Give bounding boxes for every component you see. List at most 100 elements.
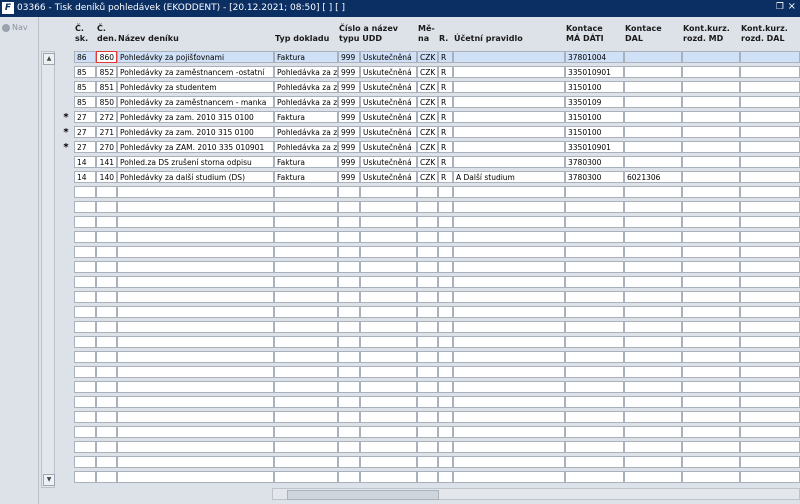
- cell-kdal[interactable]: [740, 141, 800, 153]
- cell-typ[interactable]: [274, 396, 338, 408]
- cell-kmd[interactable]: [682, 231, 740, 243]
- cell-pravidlo[interactable]: [453, 126, 565, 138]
- cell-sk[interactable]: [74, 381, 96, 393]
- cell-pravidlo[interactable]: [453, 441, 565, 453]
- cell-cislo[interactable]: [338, 441, 360, 453]
- cell-nazev[interactable]: [117, 366, 274, 378]
- cell-kdal[interactable]: [740, 231, 800, 243]
- cell-sk[interactable]: 85: [74, 96, 96, 108]
- cell-den[interactable]: [96, 381, 117, 393]
- cell-md[interactable]: [565, 306, 624, 318]
- cell-den[interactable]: [96, 291, 117, 303]
- cell-pravidlo[interactable]: [453, 471, 565, 483]
- cell-udd[interactable]: [360, 471, 417, 483]
- cell-typ[interactable]: [274, 336, 338, 348]
- cell-sk[interactable]: 86: [74, 51, 96, 63]
- cell-dal[interactable]: [624, 156, 682, 168]
- cell-md[interactable]: 3150100: [565, 81, 624, 93]
- cell-kmd[interactable]: [682, 186, 740, 198]
- cell-dal[interactable]: [624, 426, 682, 438]
- cell-den[interactable]: [96, 351, 117, 363]
- cell-sk[interactable]: 27: [74, 141, 96, 153]
- cell-typ[interactable]: [274, 351, 338, 363]
- cell-den[interactable]: [96, 366, 117, 378]
- cell-udd[interactable]: [360, 306, 417, 318]
- cell-sk[interactable]: [74, 426, 96, 438]
- cell-r[interactable]: [438, 231, 453, 243]
- cell-r[interactable]: R: [438, 51, 453, 63]
- cell-udd[interactable]: Uskutečněná: [360, 81, 417, 93]
- cell-kdal[interactable]: [740, 156, 800, 168]
- cell-cislo[interactable]: [338, 426, 360, 438]
- cell-mena[interactable]: [417, 411, 438, 423]
- cell-cislo[interactable]: [338, 351, 360, 363]
- cell-kmd[interactable]: [682, 306, 740, 318]
- cell-mena[interactable]: [417, 186, 438, 198]
- cell-mena[interactable]: CZK: [417, 66, 438, 78]
- cell-sk[interactable]: [74, 351, 96, 363]
- cell-mena[interactable]: [417, 231, 438, 243]
- cell-dal[interactable]: [624, 456, 682, 468]
- cell-mena[interactable]: CZK: [417, 171, 438, 183]
- cell-md[interactable]: [565, 351, 624, 363]
- cell-md[interactable]: 335010901: [565, 66, 624, 78]
- cell-pravidlo[interactable]: A Další studium: [453, 171, 565, 183]
- cell-cislo[interactable]: [338, 336, 360, 348]
- cell-dal[interactable]: [624, 411, 682, 423]
- cell-nazev[interactable]: [117, 291, 274, 303]
- cell-kmd[interactable]: [682, 456, 740, 468]
- cell-pravidlo[interactable]: [453, 246, 565, 258]
- cell-md[interactable]: [565, 231, 624, 243]
- cell-kmd[interactable]: [682, 291, 740, 303]
- cell-mena[interactable]: [417, 321, 438, 333]
- cell-mena[interactable]: [417, 336, 438, 348]
- cell-mena[interactable]: [417, 456, 438, 468]
- cell-den[interactable]: [96, 396, 117, 408]
- cell-cislo[interactable]: [338, 366, 360, 378]
- cell-typ[interactable]: Pohledávka za zam: [274, 96, 338, 108]
- cell-mena[interactable]: [417, 216, 438, 228]
- cell-dal[interactable]: [624, 276, 682, 288]
- cell-den[interactable]: [96, 426, 117, 438]
- cell-mena[interactable]: [417, 381, 438, 393]
- cell-nazev[interactable]: Pohledávky za pojišťovnami: [117, 51, 274, 63]
- cell-udd[interactable]: Uskutečněná: [360, 156, 417, 168]
- cell-kdal[interactable]: [740, 96, 800, 108]
- cell-r[interactable]: [438, 351, 453, 363]
- cell-cislo[interactable]: 999: [338, 156, 360, 168]
- cell-den[interactable]: 850: [96, 96, 117, 108]
- cell-mena[interactable]: CZK: [417, 81, 438, 93]
- cell-sk[interactable]: [74, 291, 96, 303]
- cell-udd[interactable]: [360, 291, 417, 303]
- cell-den[interactable]: [96, 201, 117, 213]
- cell-mena[interactable]: CZK: [417, 156, 438, 168]
- cell-cislo[interactable]: 999: [338, 51, 360, 63]
- cell-pravidlo[interactable]: [453, 51, 565, 63]
- cell-udd[interactable]: [360, 456, 417, 468]
- cell-udd[interactable]: [360, 276, 417, 288]
- cell-md[interactable]: 335010901: [565, 141, 624, 153]
- cell-md[interactable]: 3350109: [565, 96, 624, 108]
- cell-kmd[interactable]: [682, 321, 740, 333]
- cell-md[interactable]: 3150100: [565, 111, 624, 123]
- cell-dal[interactable]: [624, 291, 682, 303]
- cell-kmd[interactable]: [682, 336, 740, 348]
- cell-kdal[interactable]: [740, 456, 800, 468]
- cell-pravidlo[interactable]: [453, 156, 565, 168]
- cell-typ[interactable]: Faktura: [274, 171, 338, 183]
- cell-sk[interactable]: 27: [74, 126, 96, 138]
- cell-dal[interactable]: [624, 111, 682, 123]
- cell-den[interactable]: 860: [96, 51, 117, 63]
- cell-md[interactable]: [565, 261, 624, 273]
- cell-r[interactable]: [438, 441, 453, 453]
- cell-typ[interactable]: Faktura: [274, 156, 338, 168]
- cell-den[interactable]: [96, 336, 117, 348]
- cell-udd[interactable]: [360, 426, 417, 438]
- cell-kmd[interactable]: [682, 276, 740, 288]
- cell-udd[interactable]: Uskutečněná: [360, 141, 417, 153]
- cell-cislo[interactable]: [338, 306, 360, 318]
- cell-nazev[interactable]: [117, 231, 274, 243]
- cell-r[interactable]: [438, 321, 453, 333]
- cell-kdal[interactable]: [740, 261, 800, 273]
- cell-kmd[interactable]: [682, 366, 740, 378]
